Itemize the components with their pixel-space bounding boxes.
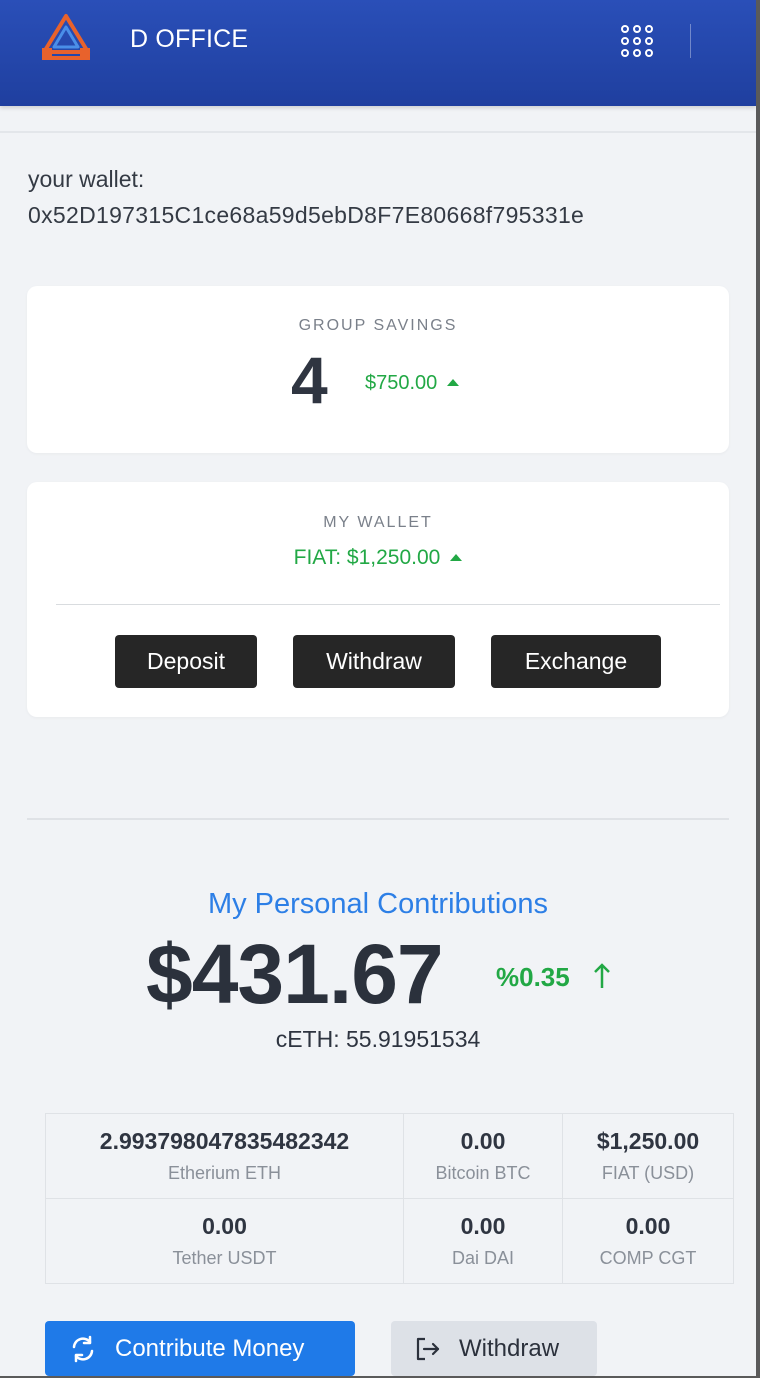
balance-label: FIAT (USD) <box>601 1163 695 1183</box>
wallet-address: 0x52D197315C1ce68a59d5ebD8F7E80668f79533… <box>28 202 585 228</box>
contribute-money-label: Contribute Money <box>115 1334 305 1362</box>
contributions-amount: $431.67 <box>146 927 444 1021</box>
group-savings-card: GROUP SAVINGS 4 $750.00 <box>27 286 729 453</box>
withdraw-contribution-label: Withdraw <box>459 1334 560 1362</box>
balance-label: Etherium ETH <box>167 1163 282 1183</box>
fiat-balance-text: FIAT: $1,250.00 <box>293 546 441 569</box>
header-divider <box>690 24 691 58</box>
balance-value: 2.993798047835482342 <box>99 1128 350 1154</box>
group-savings-amount: $750.00 <box>365 372 460 395</box>
window-edge <box>756 0 760 1378</box>
exchange-button[interactable]: Exchange <box>491 635 661 688</box>
withdraw-contribution-button[interactable]: Withdraw <box>391 1321 597 1376</box>
fiat-balance: FIAT: $1,250.00 <box>27 546 729 570</box>
table-row: 2.993798047835482342 Etherium ETH 0.00 B… <box>45 1113 734 1199</box>
my-wallet-heading: MY WALLET <box>323 514 433 531</box>
refresh-icon <box>72 1335 94 1362</box>
balance-label: Bitcoin BTC <box>435 1163 531 1183</box>
ceth-balance: cETH: 55.91951534 <box>275 1026 481 1052</box>
balance-value: 0.00 <box>202 1213 247 1239</box>
balance-cell-btc: 0.00 Bitcoin BTC <box>403 1113 563 1199</box>
balance-cell-eth: 2.993798047835482342 Etherium ETH <box>45 1113 404 1199</box>
contributions-change: %0.35 <box>496 962 570 992</box>
group-savings-count: 4 <box>291 343 328 417</box>
caret-up-icon <box>450 554 463 561</box>
contribute-money-button[interactable]: Contribute Money <box>45 1321 355 1376</box>
caret-up-icon <box>447 379 460 386</box>
app-title: D OFFICE <box>130 25 249 53</box>
balance-label: Tether USDT <box>172 1248 277 1268</box>
deposit-button[interactable]: Deposit <box>115 635 257 688</box>
balance-cell-fiat: $1,250.00 FIAT (USD) <box>562 1113 734 1199</box>
section-divider <box>27 818 729 820</box>
card-divider <box>56 604 720 605</box>
balance-cell-dai: 0.00 Dai DAI <box>403 1198 563 1284</box>
arrow-up-icon <box>594 963 610 988</box>
wallet-label: your wallet: <box>28 166 145 192</box>
divider <box>0 131 756 133</box>
balance-cell-usdt: 0.00 Tether USDT <box>45 1198 404 1284</box>
balance-value: 0.00 <box>460 1213 506 1239</box>
balance-cell-comp: 0.00 COMP CGT <box>562 1198 734 1284</box>
balance-value: 0.00 <box>460 1128 506 1154</box>
contributions-title: My Personal Contributions <box>207 888 549 920</box>
logout-icon <box>416 1337 440 1360</box>
group-savings-heading: GROUP SAVINGS <box>298 317 458 334</box>
my-wallet-card: MY WALLET FIAT: $1,250.00 Deposit Withdr… <box>27 482 729 717</box>
group-savings-amount-text: $750.00 <box>365 372 438 394</box>
balances-table: 2.993798047835482342 Etherium ETH 0.00 B… <box>45 1113 734 1284</box>
triangle-logo-icon[interactable] <box>38 12 94 68</box>
balance-value: 0.00 <box>625 1213 671 1239</box>
withdraw-button[interactable]: Withdraw <box>293 635 455 688</box>
app-header: D OFFICE <box>0 0 756 106</box>
table-row: 0.00 Tether USDT 0.00 Dai DAI 0.00 COMP … <box>45 1198 734 1284</box>
balance-label: COMP CGT <box>599 1248 697 1268</box>
balance-label: Dai DAI <box>451 1248 514 1268</box>
apps-grid-icon[interactable] <box>620 24 654 58</box>
balance-value: $1,250.00 <box>596 1128 700 1154</box>
